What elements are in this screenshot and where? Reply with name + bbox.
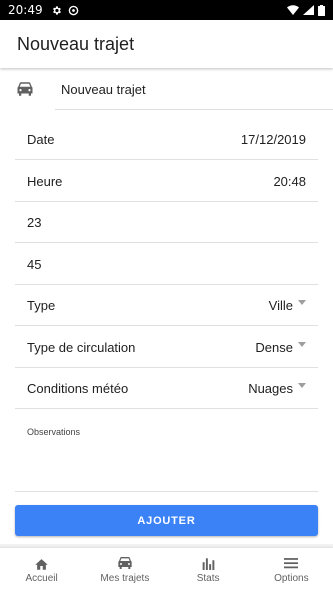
- menu-icon: [284, 558, 299, 569]
- date-field[interactable]: Date 17/12/2019: [15, 119, 318, 160]
- weather-value: Nuages: [248, 380, 293, 396]
- trip-name-input[interactable]: Nouveau trajet: [55, 70, 333, 110]
- status-time: 20:49: [8, 3, 43, 17]
- nav-label-home: Accueil: [25, 573, 58, 584]
- battery-icon: [318, 4, 325, 16]
- type-select[interactable]: Type Ville: [15, 285, 318, 326]
- time-field[interactable]: Heure 20:48: [15, 161, 318, 202]
- car-icon: [17, 82, 33, 96]
- numeric-field-1-value: 23: [27, 214, 42, 230]
- observations-label: Observations: [27, 427, 81, 437]
- signal-icon: [303, 5, 314, 15]
- dropdown-arrow-icon: [298, 299, 306, 305]
- numeric-field-2-value: 45: [27, 256, 42, 272]
- at-icon: [68, 5, 78, 15]
- time-value: 20:48: [273, 173, 306, 189]
- nav-label-trips: Mes trajets: [100, 573, 150, 584]
- dropdown-arrow-icon: [298, 341, 306, 347]
- traffic-value: Dense: [255, 339, 293, 355]
- bar-chart-icon: [202, 557, 214, 570]
- nav-item-options[interactable]: Options: [250, 548, 333, 592]
- nav-item-trips[interactable]: Mes trajets: [83, 548, 166, 592]
- numeric-field-1[interactable]: 23: [15, 202, 318, 243]
- bottom-navigation: Accueil Mes trajets Stats Options: [0, 548, 333, 592]
- page-title: Nouveau trajet: [17, 33, 135, 54]
- time-label: Heure: [27, 173, 63, 189]
- car-icon: [118, 557, 132, 569]
- nav-label-stats: Stats: [196, 573, 220, 584]
- trip-form: Nouveau trajet Date 17/12/2019 Heure 20:…: [0, 68, 333, 544]
- date-value: 17/12/2019: [240, 131, 306, 147]
- gear-icon: [52, 5, 61, 15]
- date-label: Date: [27, 131, 55, 147]
- traffic-label: Type de circulation: [27, 339, 136, 355]
- weather-select[interactable]: Conditions météo Nuages: [15, 368, 318, 409]
- nav-label-options: Options: [274, 573, 309, 584]
- observations-field[interactable]: Observations: [15, 412, 318, 492]
- home-icon: [35, 558, 48, 570]
- wifi-icon: [287, 5, 299, 15]
- trip-name-row: Nouveau trajet: [0, 70, 333, 110]
- nav-item-home[interactable]: Accueil: [0, 548, 83, 592]
- type-value: Ville: [268, 297, 293, 313]
- numeric-field-2[interactable]: 45: [15, 244, 318, 285]
- weather-label: Conditions météo: [27, 380, 129, 396]
- type-label: Type: [27, 297, 56, 313]
- dropdown-arrow-icon: [298, 382, 306, 388]
- app-bar: Nouveau trajet: [0, 20, 333, 68]
- add-button[interactable]: AJOUTER: [15, 505, 318, 536]
- nav-item-stats[interactable]: Stats: [167, 548, 250, 592]
- status-bar: 20:49: [0, 0, 333, 20]
- traffic-select[interactable]: Type de circulation Dense: [15, 327, 318, 368]
